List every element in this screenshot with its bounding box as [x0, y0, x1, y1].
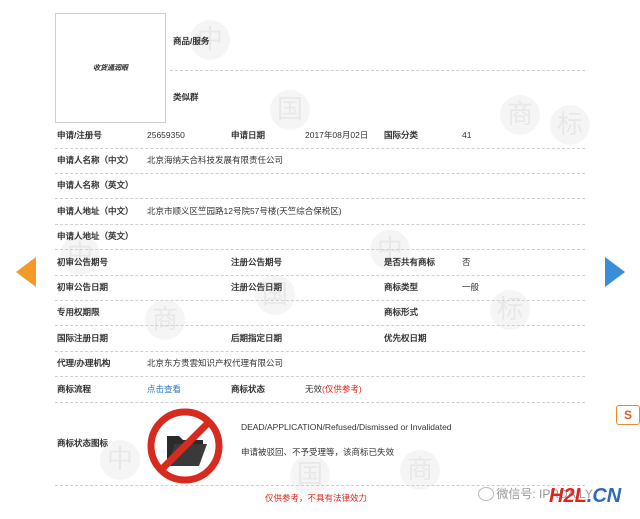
info-row-prelim-date: 初审公告日期 注册公告日期 商标类型 一般	[55, 275, 585, 301]
status-english: DEAD/APPLICATION/Refused/Dismissed or In…	[241, 422, 452, 432]
priority-date-label: 优先权日期	[384, 333, 427, 343]
later-date-label: 后期指定日期	[231, 333, 283, 343]
footer-disclaimer: 仅供参考，不具有法律效力	[265, 493, 368, 503]
trademark-image: 收货通润眼	[55, 13, 166, 123]
address-en-label: 申请人地址（英文）	[57, 231, 134, 241]
wechat-icon	[478, 486, 494, 501]
h2l-brand-logo: H2L.CN	[549, 485, 621, 507]
shared-value: 否	[462, 257, 471, 267]
agent-label: 代理/办理机构	[57, 358, 111, 368]
prelim-date-label: 初审公告日期	[57, 282, 109, 292]
trademark-detail-sheet: 收货通润眼 商品/服务 类似群 申请/注册号 25659350 申请日期 201…	[55, 0, 585, 519]
info-row-reg-no: 申请/注册号 25659350 申请日期 2017年08月02日 国际分类 41	[55, 123, 585, 149]
dead-status-icon	[147, 408, 223, 484]
status-icon-label: 商标状态图标	[57, 438, 109, 448]
info-row-agent: 代理/办理机构 北京东方贵雲知识产权代理有限公司	[55, 351, 585, 377]
brand-right: .CN	[586, 485, 622, 507]
prelim-no-label: 初审公告期号	[57, 257, 109, 267]
info-row-status-icon: 商标状态图标 DEAD/APPLICATION/Refused/Dismisse…	[55, 402, 585, 486]
shared-label: 是否共有商标	[384, 257, 436, 267]
reg-pub-no-label: 注册公告期号	[231, 257, 283, 267]
trademark-image-text: 收货通润眼	[93, 65, 128, 72]
apply-date-value: 2017年08月02日	[305, 130, 369, 140]
applicant-en-label: 申请人名称（英文）	[57, 180, 134, 190]
divider	[170, 70, 585, 71]
applicant-cn-label: 申请人名称（中文）	[57, 155, 134, 165]
tm-form-label: 商标形式	[384, 307, 419, 317]
goods-services-label: 商品/服务	[173, 36, 210, 46]
prev-arrow-button[interactable]	[16, 257, 36, 287]
tm-type-label: 商标类型	[384, 282, 419, 292]
agent-value: 北京东方贵雲知识产权代理有限公司	[147, 358, 284, 368]
info-row-exclusive: 专用权期限 商标形式	[55, 300, 585, 326]
address-cn-label: 申请人地址（中文）	[57, 206, 134, 216]
info-row-flow: 商标流程 点击查看 商标状态 无效(仅供参考)	[55, 377, 585, 403]
apply-date-label: 申请日期	[231, 130, 266, 140]
flow-view-link[interactable]: 点击查看	[147, 377, 181, 402]
s-badge-icon[interactable]: S	[616, 405, 640, 425]
status-label: 商标状态	[231, 384, 266, 394]
intl-class-label: 国际分类	[384, 130, 419, 140]
info-row-applicant-en: 申请人名称（英文）	[55, 173, 585, 199]
status-text: 无效	[305, 384, 323, 394]
info-row-intl-reg: 国际注册日期 后期指定日期 优先权日期	[55, 326, 585, 352]
brand-left: H2L	[549, 485, 587, 507]
status-note: (仅供参考)	[322, 384, 362, 394]
similar-group-label: 类似群	[173, 92, 199, 102]
info-row-address-cn: 申请人地址（中文） 北京市顺义区竺园路12号院57号楼(天竺综合保税区)	[55, 199, 585, 225]
address-cn-value: 北京市顺义区竺园路12号院57号楼(天竺综合保税区)	[147, 206, 342, 216]
next-arrow-button[interactable]	[605, 257, 625, 287]
reg-no-value: 25659350	[147, 130, 185, 140]
intl-class-value: 41	[462, 130, 472, 140]
tm-type-value: 一般	[462, 282, 480, 292]
applicant-cn-value: 北京海纳天合科技发展有限责任公司	[147, 155, 284, 165]
info-row-address-en: 申请人地址（英文）	[55, 224, 585, 250]
info-row-applicant-cn: 申请人名称（中文） 北京海纳天合科技发展有限责任公司	[55, 148, 585, 174]
exclusive-label: 专用权期限	[57, 307, 100, 317]
intl-reg-date-label: 国际注册日期	[57, 333, 109, 343]
info-row-prelim-no: 初审公告期号 注册公告期号 是否共有商标 否	[55, 250, 585, 276]
status-value: 无效(仅供参考)	[305, 377, 362, 402]
flow-label: 商标流程	[57, 384, 92, 394]
reg-pub-date-label: 注册公告日期	[231, 282, 283, 292]
status-chinese: 申请被驳回、不予受理等，该商标已失效	[241, 447, 395, 457]
reg-no-label: 申请/注册号	[57, 130, 102, 140]
